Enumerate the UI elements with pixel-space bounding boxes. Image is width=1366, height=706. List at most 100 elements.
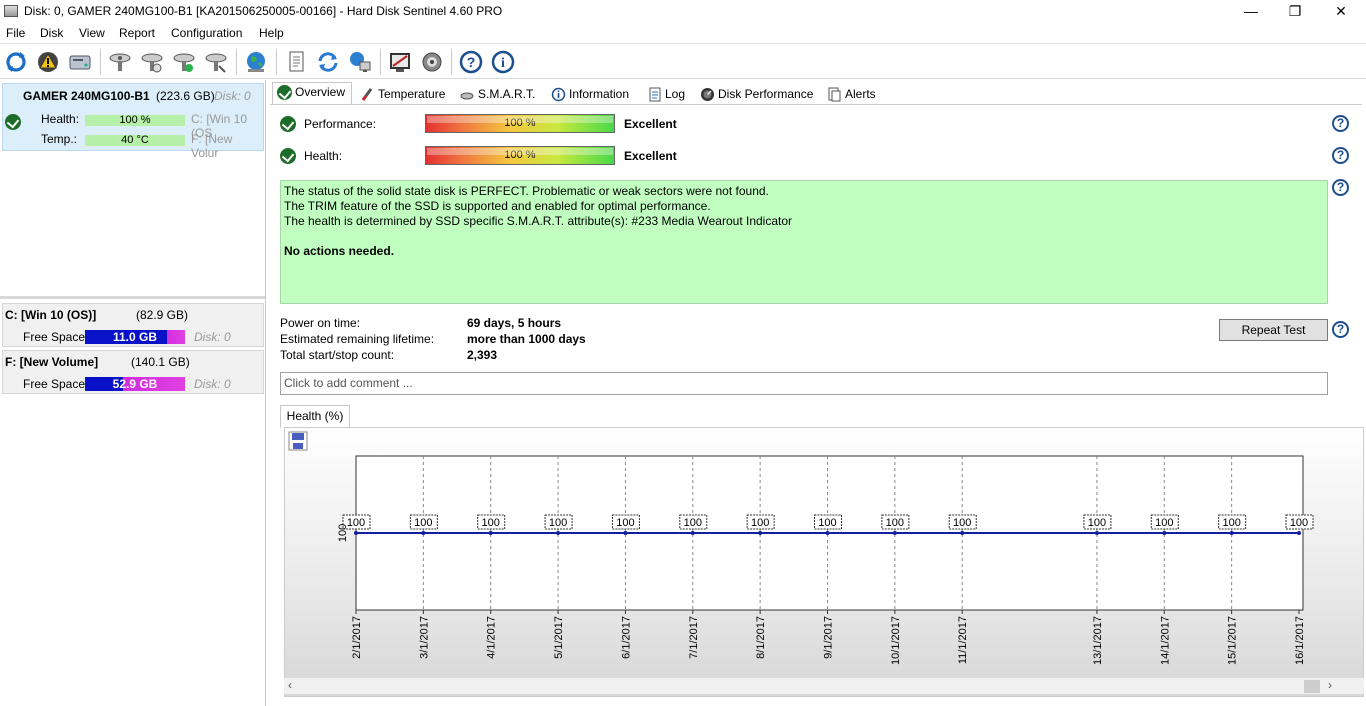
disk-test-1-icon[interactable] (107, 49, 133, 75)
data-point (421, 531, 426, 535)
toolbar-separator (276, 49, 277, 75)
free-space-bar: 11.0 GB (85, 330, 185, 344)
menu-help[interactable]: Help (259, 26, 284, 40)
svg-text:?: ? (467, 54, 476, 70)
data-label: 100 (549, 517, 567, 529)
disk-name: GAMER 240MG100-B1 (23, 89, 150, 103)
data-point (623, 531, 628, 535)
document-icon[interactable] (283, 49, 309, 75)
tab-label: S.M.A.R.T. (478, 87, 536, 101)
status-line: The TRIM feature of the SSD is supported… (284, 199, 711, 213)
data-point (556, 531, 561, 535)
performance-rating: Excellent (624, 117, 677, 131)
minimize-button[interactable]: — (1228, 0, 1274, 24)
svg-text:i: i (501, 56, 505, 71)
tab-label: Alerts (845, 87, 876, 101)
health-label: Health: (41, 112, 80, 126)
toolbar-separator (236, 49, 237, 75)
refresh-icon[interactable] (3, 49, 29, 75)
data-point (1229, 531, 1234, 535)
tab-disk-performance[interactable]: Disk Performance (695, 84, 819, 104)
menu-file[interactable]: File (6, 26, 25, 40)
left-panel: GAMER 240MG100-B1 (223.6 GB) Disk: 0 Hea… (0, 80, 266, 706)
x-tick-label: 14/1/2017 (1159, 616, 1171, 665)
data-point (1297, 531, 1301, 535)
status-message-box: The status of the solid state disk is PE… (280, 180, 1328, 304)
tab-label: Disk Performance (718, 87, 814, 101)
panel-splitter[interactable] (0, 296, 265, 299)
menu-disk[interactable]: Disk (40, 26, 63, 40)
volume-card-f[interactable]: F: [New Volume] (140.1 GB) Free Space 52… (2, 350, 264, 394)
y-tick-label: 100 (337, 524, 349, 542)
startstop-value: 2,393 (467, 348, 498, 362)
x-tick-label: 4/1/2017 (486, 616, 498, 659)
performance-help-icon[interactable]: ? (1332, 115, 1349, 132)
tab-label: Temperature (378, 87, 446, 101)
speaker-icon[interactable] (419, 49, 445, 75)
data-label: 100 (818, 517, 836, 529)
alert-icon[interactable] (35, 49, 61, 75)
maximize-button[interactable]: ❐ (1272, 0, 1318, 24)
disk-test-3-icon[interactable] (171, 49, 197, 75)
thermometer-icon (361, 88, 373, 101)
web-icon[interactable] (243, 49, 269, 75)
data-point (1162, 531, 1167, 535)
disk-info-icon[interactable] (67, 49, 93, 75)
tab-smart[interactable]: S.M.A.R.T. (455, 84, 543, 104)
overview-content: Performance: 100 % Excellent ? Health: 1… (270, 104, 1364, 706)
data-point (488, 531, 493, 535)
scrollbar-thumb[interactable] (1304, 680, 1320, 693)
data-label: 100 (1290, 517, 1308, 529)
volume-card-c[interactable]: C: [Win 10 (OS)] (82.9 GB) Free Space 11… (2, 303, 264, 347)
x-tick-label: 2/1/2017 (351, 616, 363, 659)
sync-icon[interactable] (315, 49, 341, 75)
x-tick-label: 5/1/2017 (553, 616, 565, 659)
menu-configuration[interactable]: Configuration (171, 26, 242, 40)
ok-check-icon (5, 114, 21, 130)
help-icon[interactable]: ? (458, 49, 484, 75)
menu-report[interactable]: Report (119, 26, 155, 40)
toolbar-separator (451, 49, 452, 75)
scroll-right-icon[interactable]: › (1328, 678, 1332, 692)
close-button[interactable]: ✕ (1318, 0, 1364, 24)
check-icon (277, 85, 292, 100)
toolbar-separator (380, 49, 381, 75)
disk-test-2-icon[interactable] (139, 49, 165, 75)
status-help-icon[interactable]: ? (1332, 179, 1349, 196)
disk-card[interactable]: GAMER 240MG100-B1 (223.6 GB) Disk: 0 Hea… (2, 83, 264, 160)
data-label: 100 (886, 517, 904, 529)
chart-horizontal-scrollbar[interactable]: ‹ › (284, 677, 1364, 694)
data-label: 100 (1155, 517, 1173, 529)
info-icon[interactable]: i (490, 49, 516, 75)
tab-information[interactable]: Information (546, 84, 638, 104)
app-icon (4, 5, 18, 17)
data-point (758, 531, 763, 535)
network-icon[interactable] (347, 49, 373, 75)
health-help-icon[interactable]: ? (1332, 147, 1349, 164)
smart-disk-icon (460, 92, 474, 100)
tab-log[interactable]: Log (642, 84, 692, 104)
tab-health-chart[interactable]: Health (%) (280, 405, 350, 428)
tab-temperature[interactable]: Temperature (355, 84, 451, 104)
disk-test-4-icon[interactable] (203, 49, 229, 75)
repeat-test-help-icon[interactable]: ? (1332, 321, 1349, 338)
performance-label: Performance: (304, 117, 377, 131)
temp-label: Temp.: (41, 132, 78, 146)
lifetime-value: more than 1000 days (467, 332, 586, 346)
tab-overview[interactable]: Overview (272, 82, 352, 105)
report-icon[interactable] (387, 49, 413, 75)
data-label: 100 (953, 517, 971, 529)
x-tick-label: 3/1/2017 (418, 616, 430, 659)
data-label: 100 (616, 517, 634, 529)
tab-alerts[interactable]: Alerts (822, 84, 884, 104)
startstop-label: Total start/stop count: (280, 348, 395, 362)
repeat-test-button[interactable]: Repeat Test (1219, 319, 1328, 341)
menu-view[interactable]: View (79, 26, 105, 40)
x-tick-label: 15/1/2017 (1227, 616, 1239, 665)
free-space-label: Free Space (23, 377, 86, 391)
health-label: Health: (304, 149, 343, 163)
data-label: 100 (482, 517, 500, 529)
comment-input[interactable]: Click to add comment ... (280, 372, 1328, 395)
scroll-left-icon[interactable]: ‹ (288, 678, 292, 692)
health-rating: Excellent (624, 149, 677, 163)
